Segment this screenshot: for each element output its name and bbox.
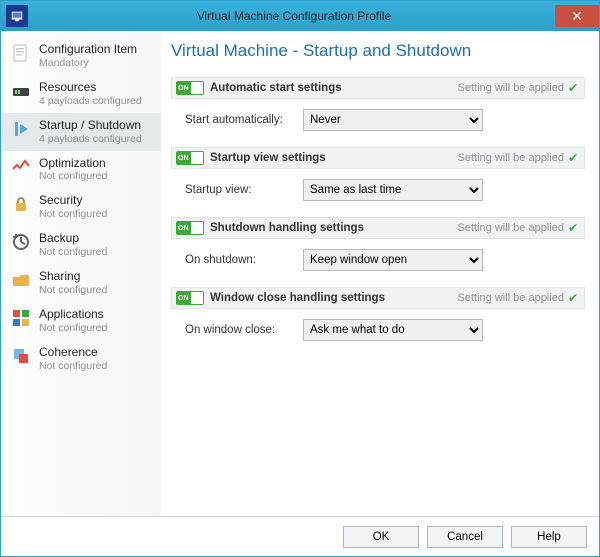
app-icon <box>6 5 28 27</box>
window: Virtual Machine Configuration Profile ✕ … <box>0 0 600 557</box>
section-head-window-close: ON Window close handling settings Settin… <box>171 287 585 309</box>
section-title: Startup view settings <box>210 152 326 164</box>
backup-icon <box>11 232 31 252</box>
sidebar-item-security[interactable]: Security Not configured <box>1 188 161 226</box>
select-startup-view[interactable]: Same as last time <box>303 179 483 201</box>
toggle-shutdown[interactable]: ON <box>176 221 204 235</box>
sidebar: Configuration Item Mandatory Resources 4… <box>1 31 161 516</box>
close-icon: ✕ <box>571 8 583 25</box>
sidebar-item-label: Optimization <box>39 157 107 171</box>
sharing-icon <box>11 270 31 290</box>
sidebar-item-label: Configuration Item <box>39 43 137 57</box>
sidebar-item-sub: Not configured <box>39 284 107 296</box>
sidebar-item-sub: Not configured <box>39 246 107 258</box>
sidebar-item-sharing[interactable]: Sharing Not configured <box>1 264 161 302</box>
sidebar-item-label: Resources <box>39 81 142 95</box>
section-head-auto-start: ON Automatic start settings Setting will… <box>171 77 585 99</box>
sidebar-item-optimization[interactable]: Optimization Not configured <box>1 151 161 189</box>
row-on-window-close: On window close: Ask me what to do <box>171 309 585 351</box>
section-status: Setting will be applied <box>458 222 564 234</box>
section-status: Setting will be applied <box>458 152 564 164</box>
sidebar-item-sub: Not configured <box>39 322 107 334</box>
titlebar: Virtual Machine Configuration Profile ✕ <box>1 1 599 31</box>
security-icon <box>11 194 31 214</box>
cancel-button[interactable]: Cancel <box>427 526 503 548</box>
section-head-startup-view: ON Startup view settings Setting will be… <box>171 147 585 169</box>
check-icon: ✔ <box>568 81 578 95</box>
sidebar-item-sub: 4 payloads configured <box>39 133 142 145</box>
sidebar-item-backup[interactable]: Backup Not configured <box>1 226 161 264</box>
row-on-shutdown: On shutdown: Keep window open <box>171 239 585 281</box>
check-icon: ✔ <box>568 151 578 165</box>
row-start-automatically: Start automatically: Never <box>171 99 585 141</box>
sidebar-item-label: Applications <box>39 308 107 322</box>
sidebar-item-coherence[interactable]: Coherence Not configured <box>1 340 161 378</box>
check-icon: ✔ <box>568 291 578 305</box>
field-label: Startup view: <box>185 184 303 196</box>
sidebar-item-startup-shutdown[interactable]: Startup / Shutdown 4 payloads configured <box>1 113 161 151</box>
footer: OK Cancel Help <box>1 516 599 556</box>
sidebar-item-sub: Not configured <box>39 170 107 182</box>
field-label: Start automatically: <box>185 114 303 126</box>
sidebar-item-resources[interactable]: Resources 4 payloads configured <box>1 75 161 113</box>
sidebar-item-label: Coherence <box>39 346 107 360</box>
sidebar-item-applications[interactable]: Applications Not configured <box>1 302 161 340</box>
section-status: Setting will be applied <box>458 292 564 304</box>
page-title: Virtual Machine - Startup and Shutdown <box>171 41 585 61</box>
section-head-shutdown: ON Shutdown handling settings Setting wi… <box>171 217 585 239</box>
toggle-startup-view[interactable]: ON <box>176 151 204 165</box>
sidebar-item-sub: Not configured <box>39 360 107 372</box>
sidebar-item-sub: Mandatory <box>39 57 137 69</box>
help-button[interactable]: Help <box>511 526 587 548</box>
select-start-automatically[interactable]: Never <box>303 109 483 131</box>
close-button[interactable]: ✕ <box>555 5 599 27</box>
sidebar-item-configuration-item[interactable]: Configuration Item Mandatory <box>1 37 161 75</box>
optimization-icon <box>11 157 31 177</box>
sidebar-item-sub: Not configured <box>39 208 107 220</box>
toggle-window-close[interactable]: ON <box>176 291 204 305</box>
applications-icon <box>11 308 31 328</box>
check-icon: ✔ <box>568 221 578 235</box>
sidebar-item-label: Startup / Shutdown <box>39 119 142 133</box>
field-label: On shutdown: <box>185 254 303 266</box>
section-title: Automatic start settings <box>210 82 342 94</box>
config-item-icon <box>11 43 31 63</box>
section-status: Setting will be applied <box>458 82 564 94</box>
sidebar-item-label: Backup <box>39 232 107 246</box>
startup-icon <box>11 119 31 139</box>
main-panel: Virtual Machine - Startup and Shutdown O… <box>161 31 599 516</box>
resources-icon <box>11 81 31 101</box>
select-on-shutdown[interactable]: Keep window open <box>303 249 483 271</box>
field-label: On window close: <box>185 324 303 336</box>
select-on-window-close[interactable]: Ask me what to do <box>303 319 483 341</box>
sidebar-item-sub: 4 payloads configured <box>39 95 142 107</box>
section-title: Window close handling settings <box>210 292 385 304</box>
section-title: Shutdown handling settings <box>210 222 364 234</box>
coherence-icon <box>11 346 31 366</box>
sidebar-item-label: Sharing <box>39 270 107 284</box>
window-body: Configuration Item Mandatory Resources 4… <box>1 31 599 516</box>
toggle-auto-start[interactable]: ON <box>176 81 204 95</box>
ok-button[interactable]: OK <box>343 526 419 548</box>
sidebar-item-label: Security <box>39 194 107 208</box>
window-title: Virtual Machine Configuration Profile <box>33 9 555 23</box>
row-startup-view: Startup view: Same as last time <box>171 169 585 211</box>
